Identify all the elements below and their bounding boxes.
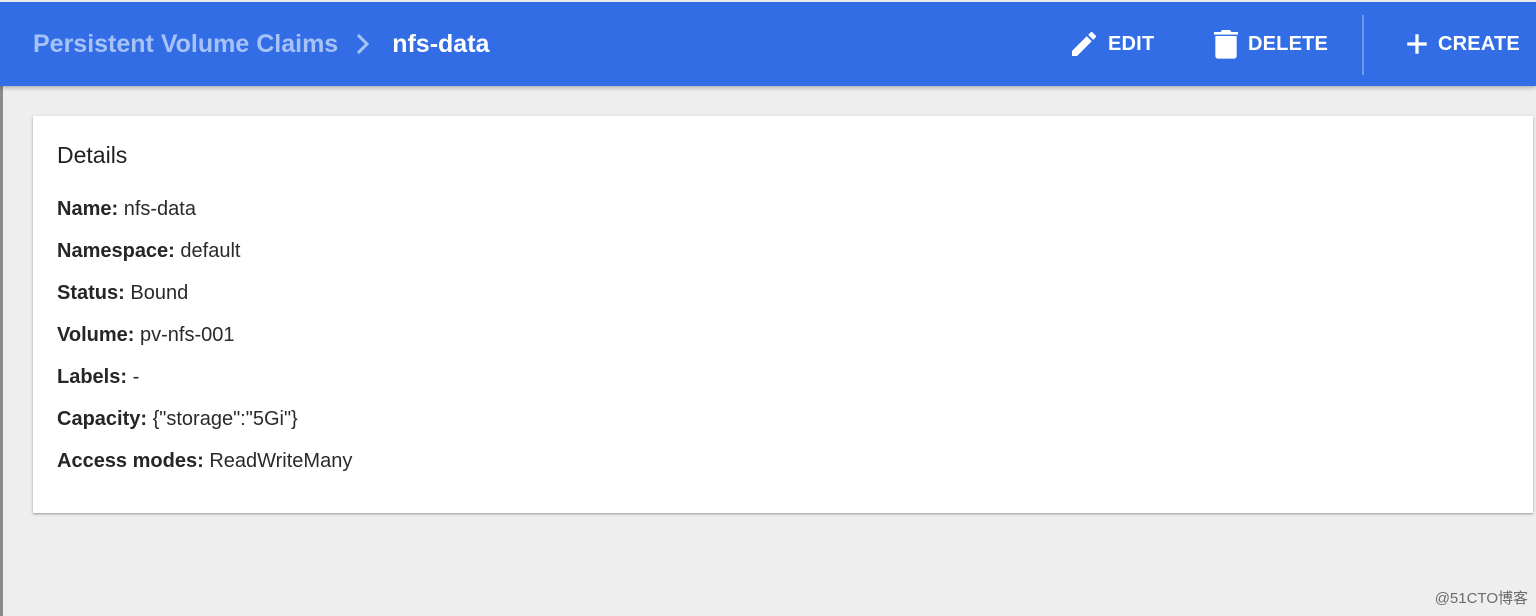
left-rule (0, 86, 3, 616)
detail-label: Access modes: (57, 450, 204, 472)
detail-label: Name: (57, 198, 119, 220)
detail-namespace: Namespace: default (57, 240, 240, 263)
edit-button-label: EDIT (1108, 32, 1155, 55)
page: Persistent Volume Claims nfs-data EDIT D… (0, 0, 1536, 616)
detail-access-modes: Access modes: ReadWriteMany (57, 450, 352, 473)
detail-value: Bound (130, 282, 189, 304)
watermark: @51CTO博客 (1434, 590, 1528, 607)
create-button[interactable]: CREATE (1404, 2, 1520, 86)
breadcrumb-persistent-volume-claims-link[interactable]: Persistent Volume Claims (33, 30, 338, 59)
breadcrumb-current-page: nfs-data (392, 29, 490, 58)
detail-status: Status: Bound (57, 282, 188, 305)
detail-label: Namespace: (57, 240, 175, 262)
top-toolbar: Persistent Volume Claims nfs-data EDIT D… (0, 0, 1536, 86)
trash-icon (1212, 28, 1240, 60)
detail-value: ReadWriteMany (209, 450, 353, 472)
toolbar-divider (1362, 15, 1364, 75)
detail-labels: Labels: - (57, 366, 139, 389)
chevron-right-icon (356, 33, 370, 55)
detail-value: nfs-data (123, 198, 196, 220)
delete-button[interactable]: DELETE (1212, 2, 1328, 86)
detail-value: pv-nfs-001 (139, 324, 235, 346)
detail-label: Capacity: (57, 408, 148, 430)
plus-icon (1404, 31, 1430, 57)
detail-value: {"storage":"5Gi"} (152, 408, 298, 430)
detail-value: default (180, 240, 241, 262)
detail-value: - (132, 366, 140, 388)
detail-capacity: Capacity: {"storage":"5Gi"} (57, 408, 298, 431)
delete-button-label: DELETE (1248, 32, 1329, 55)
detail-label: Status: (57, 282, 125, 304)
detail-name: Name: nfs-data (57, 198, 196, 221)
detail-label: Labels: (57, 366, 128, 388)
edit-button[interactable]: EDIT (1068, 2, 1154, 86)
detail-label: Volume: (57, 324, 135, 346)
detail-volume: Volume: pv-nfs-001 (57, 324, 234, 347)
pencil-icon (1068, 28, 1100, 60)
details-card: Details Name: nfs-data Namespace: defaul… (33, 116, 1533, 513)
breadcrumb: Persistent Volume Claims nfs-data (33, 2, 489, 86)
details-title: Details (57, 142, 128, 168)
create-button-label: CREATE (1438, 32, 1520, 55)
